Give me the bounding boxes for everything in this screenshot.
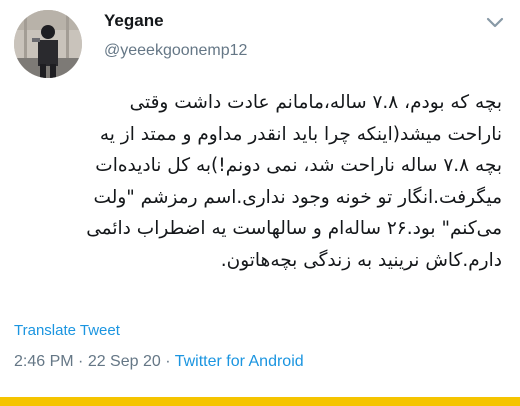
tweet-time: 2:46 PM [14,353,74,370]
tweet-text-line: می‌کنم" بود.۲۶ ساله‌ام و سالهاست یه اضطر… [86,218,502,239]
tweet-text-line: دارم.کاش نرینید به زندگی بچه‌هاتون. [220,249,502,271]
tweet-text-line: بچه که بودم، ۷.۸ ساله،مامانم عادت داشت و… [129,92,502,113]
meta-separator: · [160,353,175,370]
tweet-source-link[interactable]: Twitter for Android [175,353,304,370]
translate-tweet-link[interactable]: Translate Tweet [14,322,120,339]
chevron-down-icon[interactable] [484,14,506,32]
tweet-date: 22 Sep 20 [87,353,161,370]
avatar[interactable] [14,10,82,78]
bottom-bar [0,397,520,406]
tweet-text-line: بچه ۷.۸ ساله ناراحت شد، نمی دونم!)به کل … [95,155,502,176]
meta-separator: · [73,353,88,370]
user-handle[interactable]: @yeeekgoonemp12 [104,42,247,60]
display-name[interactable]: Yegane [104,11,164,31]
tweet-text: بچه که بودم، ۷.۸ ساله،مامانم عادت داشت و… [14,87,502,276]
tweet-meta: 2:46 PM · 22 Sep 20 · Twitter for Androi… [14,353,304,371]
tweet-text-line: ناراحت میشد(اینکه چرا باید انقدر مداوم و… [99,123,502,145]
avatar-photo [14,10,82,78]
tweet-text-line: میگرفت.انگار تو خونه وجود نداری.اسم رمزش… [93,186,502,208]
